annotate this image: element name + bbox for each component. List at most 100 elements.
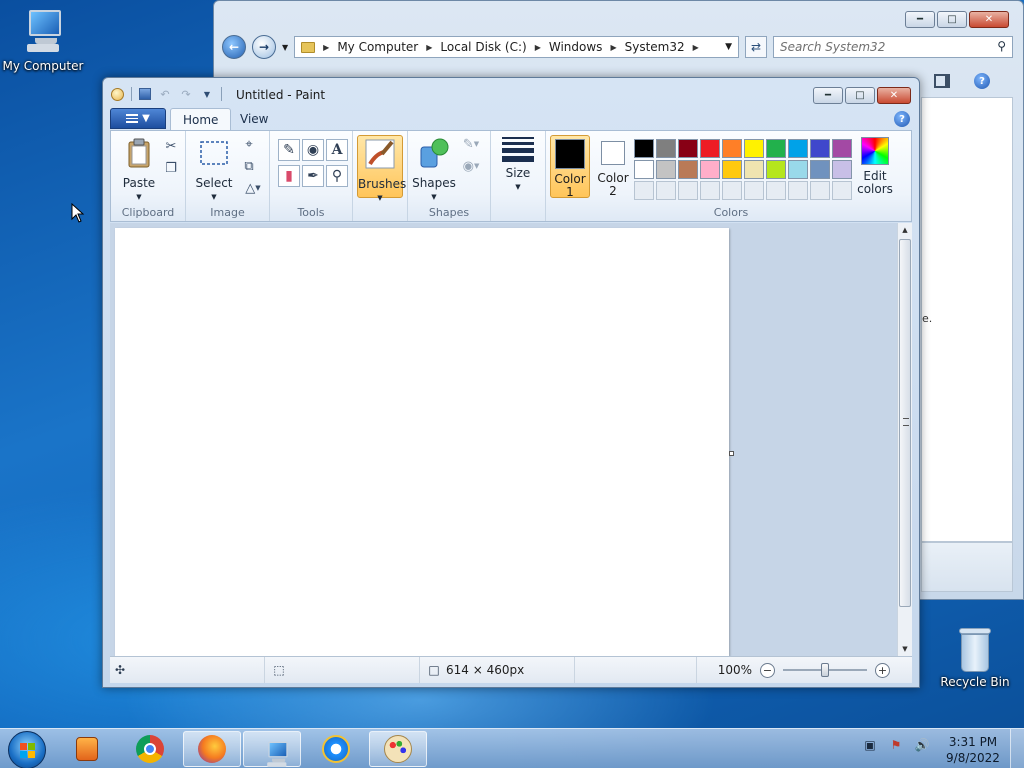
palette-swatch-empty[interactable] — [678, 181, 698, 200]
palette-swatch[interactable] — [700, 139, 720, 158]
show-desktop-button[interactable] — [1010, 729, 1024, 768]
preview-pane-icon[interactable] — [934, 74, 950, 88]
palette-swatch-empty[interactable] — [766, 181, 786, 200]
save-icon[interactable] — [139, 88, 151, 100]
fill-bucket-icon[interactable]: ◉ — [302, 139, 324, 161]
palette-swatch[interactable] — [722, 160, 742, 179]
paint-menu-button[interactable]: ▼ — [110, 108, 166, 129]
breadcrumb-item[interactable]: Windows — [549, 40, 603, 54]
undo-icon[interactable]: ↶ — [158, 87, 172, 101]
taskbar-internet-explorer[interactable] — [307, 731, 365, 767]
palette-swatch-empty[interactable] — [634, 181, 654, 200]
zoom-slider[interactable] — [783, 663, 867, 677]
crop-icon[interactable]: ⌖ — [240, 135, 258, 153]
redo-icon[interactable]: ↷ — [179, 87, 193, 101]
palette-swatch[interactable] — [832, 160, 852, 179]
palette-swatch[interactable] — [656, 160, 676, 179]
help-icon[interactable]: ? — [974, 73, 990, 89]
palette-swatch[interactable] — [810, 160, 830, 179]
recent-pages-chevron-icon[interactable]: ▼ — [282, 43, 288, 52]
palette-swatch-empty[interactable] — [744, 181, 764, 200]
rotate-icon[interactable]: △ ▼ — [240, 179, 266, 197]
action-center-flag-icon[interactable]: ⚑ — [888, 737, 904, 753]
palette-swatch-empty[interactable] — [832, 181, 852, 200]
paste-button[interactable]: Paste ▼ — [117, 135, 161, 204]
tab-view[interactable]: View — [228, 108, 280, 130]
zoom-in-button[interactable]: + — [875, 662, 890, 678]
palette-swatch[interactable] — [656, 139, 676, 158]
size-button[interactable]: Size ▼ — [496, 135, 540, 194]
scroll-up-icon[interactable]: ▲ — [898, 223, 912, 237]
forward-button[interactable]: → — [252, 35, 276, 59]
color2-button[interactable]: Color 2 — [593, 135, 633, 198]
refresh-button[interactable]: ⇄ — [745, 36, 767, 58]
palette-swatch[interactable] — [766, 139, 786, 158]
shapes-button[interactable]: Shapes ▼ — [412, 135, 456, 204]
start-button[interactable] — [8, 731, 46, 768]
minimize-button[interactable]: ━ — [813, 87, 843, 104]
chevron-right-icon[interactable]: ▶ — [426, 43, 432, 52]
address-dropdown-icon[interactable]: ▼ — [725, 42, 732, 52]
magnifier-icon[interactable]: ⚲ — [326, 165, 348, 187]
close-button[interactable]: ✕ — [877, 87, 911, 104]
taskbar-media-player[interactable] — [58, 731, 116, 767]
close-button[interactable]: ✕ — [969, 11, 1009, 28]
color-picker-icon[interactable]: ✒ — [302, 165, 324, 187]
chevron-right-icon[interactable]: ▶ — [323, 43, 329, 52]
palette-swatch[interactable] — [766, 160, 786, 179]
palette-swatch[interactable] — [810, 139, 830, 158]
paint-app-icon[interactable] — [111, 87, 124, 101]
address-bar[interactable]: ▶ My Computer ▶ Local Disk (C:) ▶ Window… — [294, 36, 739, 58]
palette-swatch[interactable] — [678, 160, 698, 179]
title-bar[interactable]: ↶ ↷ ▼ Untitled - Paint ━ □ ✕ — [103, 78, 919, 108]
scrollbar-thumb[interactable] — [899, 239, 911, 607]
pencil-icon[interactable]: ✎ — [278, 139, 300, 161]
brushes-button[interactable]: Brushes ▼ — [357, 135, 406, 202]
palette-swatch-empty[interactable] — [810, 181, 830, 200]
cut-icon[interactable]: ✂ — [162, 137, 180, 155]
copy-icon[interactable]: ❐ — [162, 159, 180, 177]
back-button[interactable]: ← — [222, 35, 246, 59]
maximize-button[interactable]: □ — [937, 11, 967, 28]
palette-swatch-empty[interactable] — [722, 181, 742, 200]
drawing-canvas[interactable] — [115, 228, 729, 656]
palette-swatch[interactable] — [722, 139, 742, 158]
minimize-button[interactable]: ━ — [905, 11, 935, 28]
fill-icon[interactable]: ◉ ▼ — [458, 157, 484, 175]
select-button[interactable]: Select ▼ — [192, 135, 236, 204]
palette-swatch[interactable] — [744, 160, 764, 179]
resize-handle-right[interactable] — [729, 451, 734, 456]
customize-toolbar-chevron-icon[interactable]: ▼ — [200, 87, 214, 101]
taskbar-explorer[interactable] — [243, 731, 301, 767]
palette-swatch-empty[interactable] — [788, 181, 808, 200]
eraser-icon[interactable]: ▮ — [278, 165, 300, 187]
palette-swatch[interactable] — [678, 139, 698, 158]
paint-window[interactable]: ↶ ↷ ▼ Untitled - Paint ━ □ ✕ ▼ Home View… — [102, 77, 920, 688]
canvas-workspace[interactable] — [110, 223, 897, 656]
palette-swatch[interactable] — [832, 139, 852, 158]
palette-swatch[interactable] — [700, 160, 720, 179]
breadcrumb-item[interactable]: My Computer — [337, 40, 418, 54]
explorer-content-pane[interactable]: e. — [921, 97, 1013, 542]
tab-home[interactable]: Home — [170, 108, 232, 130]
palette-swatch[interactable] — [634, 139, 654, 158]
desktop-icon-recycle-bin[interactable]: Recycle Bin — [932, 628, 1018, 689]
edit-colors-button[interactable]: Edit colors — [851, 135, 899, 196]
palette-swatch[interactable] — [788, 139, 808, 158]
desktop-icon-my-computer[interactable]: My Computer — [0, 8, 86, 73]
breadcrumb-item[interactable]: System32 — [625, 40, 685, 54]
clock[interactable]: 3:31 PM 9/8/2022 — [944, 734, 1002, 766]
zoom-slider-thumb[interactable] — [821, 663, 829, 677]
taskbar-paint[interactable] — [369, 731, 427, 767]
palette-swatch-empty[interactable] — [700, 181, 720, 200]
palette-swatch-empty[interactable] — [656, 181, 676, 200]
taskbar-chrome[interactable] — [121, 731, 179, 767]
chevron-right-icon[interactable]: ▶ — [693, 43, 699, 52]
resize-icon[interactable]: ⧉ — [240, 157, 258, 175]
palette-swatch[interactable] — [634, 160, 654, 179]
vertical-scrollbar[interactable]: ▲ ▼ — [897, 223, 912, 656]
breadcrumb-item[interactable]: Local Disk (C:) — [440, 40, 526, 54]
palette-swatch[interactable] — [744, 139, 764, 158]
chevron-right-icon[interactable]: ▶ — [610, 43, 616, 52]
color1-button[interactable]: Color 1 — [550, 135, 590, 199]
